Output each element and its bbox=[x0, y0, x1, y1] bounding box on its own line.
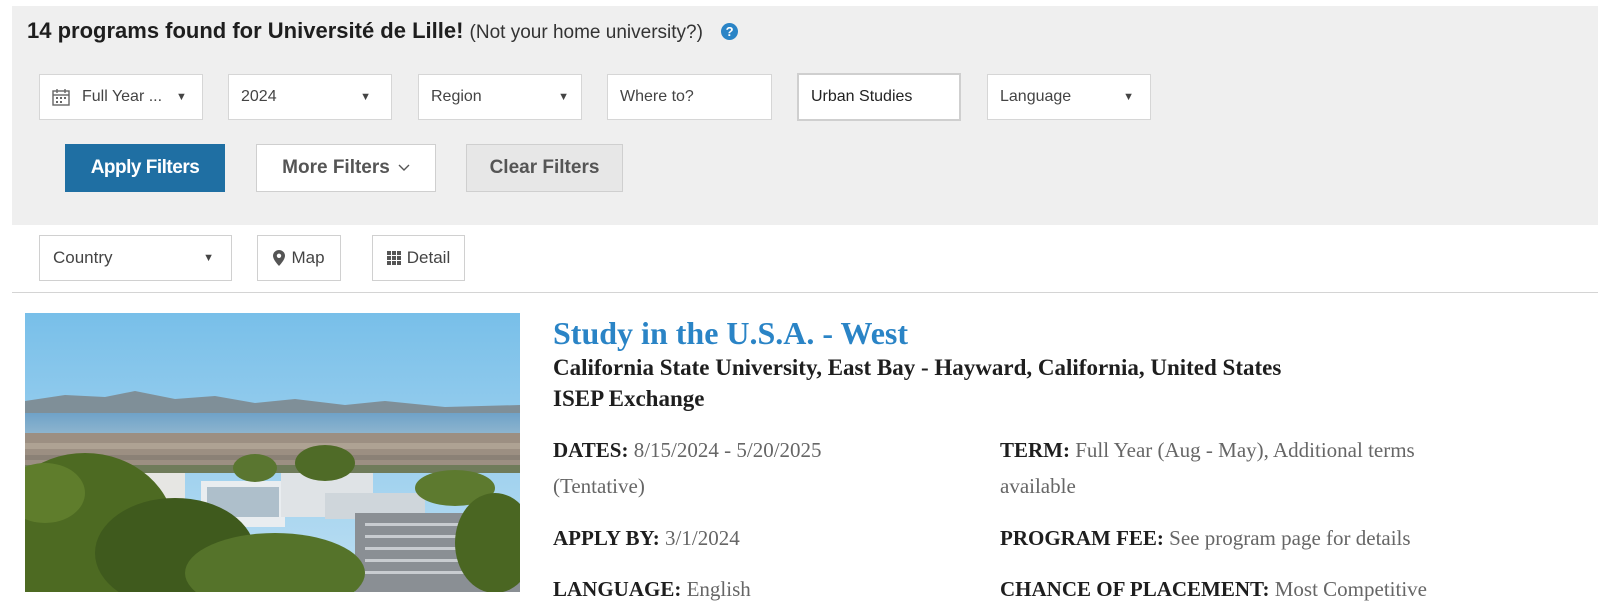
language-placeholder: Language bbox=[1000, 88, 1072, 105]
year-select[interactable]: 2024 ▼ bbox=[228, 74, 392, 120]
caret-down-icon: ▼ bbox=[1123, 91, 1134, 103]
clear-filters-label: Clear Filters bbox=[489, 157, 600, 178]
more-filters-button[interactable]: More Filters bbox=[256, 144, 436, 192]
program-university: California State University, East Bay - … bbox=[553, 355, 1282, 380]
apply-filters-button[interactable]: Apply Filters bbox=[65, 144, 225, 192]
country-placeholder: Country bbox=[53, 248, 113, 267]
apply-by-label: APPLY BY: bbox=[553, 526, 660, 550]
chance-value: Most Competitive bbox=[1274, 577, 1427, 601]
dates-label: DATES: bbox=[553, 438, 629, 462]
where-to-input[interactable]: Where to? bbox=[607, 74, 772, 120]
caret-down-icon: ▼ bbox=[203, 252, 214, 264]
program-fee-field: PROGRAM FEE: See program page for detail… bbox=[1000, 520, 1411, 556]
map-label: Map bbox=[291, 248, 325, 267]
term-field: TERM: Full Year (Aug - May), Additional … bbox=[1000, 432, 1415, 504]
region-select[interactable]: Region ▼ bbox=[418, 74, 582, 120]
field-of-study-value: Urban Studies bbox=[811, 88, 913, 105]
apply-by-value: 3/1/2024 bbox=[665, 526, 740, 550]
caret-down-icon: ▼ bbox=[558, 91, 569, 103]
more-filters-label: More Filters bbox=[282, 157, 390, 178]
results-count: 14 programs found for Université de Lill… bbox=[27, 18, 464, 43]
language-field: LANGUAGE: English bbox=[553, 571, 751, 607]
language-label: LANGUAGE: bbox=[553, 577, 682, 601]
language-value: English bbox=[686, 577, 751, 601]
dates-note: (Tentative) bbox=[553, 474, 645, 498]
grid-icon bbox=[386, 251, 401, 265]
year-value: 2024 bbox=[241, 88, 277, 105]
map-view-button[interactable]: Map bbox=[257, 235, 341, 281]
chevron-down-icon bbox=[398, 164, 410, 171]
program-result: Study in the U.S.A. - West California St… bbox=[553, 314, 1281, 414]
caret-down-icon: ▼ bbox=[360, 91, 371, 103]
divider bbox=[12, 292, 1598, 293]
detail-view-button[interactable]: Detail bbox=[372, 235, 465, 281]
term-value: Full Year (Aug - May), Additional terms bbox=[1075, 438, 1415, 462]
dates-value: 8/15/2024 - 5/20/2025 bbox=[633, 438, 822, 462]
term-select[interactable]: Full Year ... ▼ bbox=[39, 74, 203, 120]
results-headline: 14 programs found for Université de Lill… bbox=[27, 18, 739, 44]
map-pin-icon bbox=[273, 250, 286, 266]
language-select[interactable]: Language ▼ bbox=[987, 74, 1151, 120]
apply-by-field: APPLY BY: 3/1/2024 bbox=[553, 520, 740, 556]
term-value: Full Year ... bbox=[82, 88, 163, 105]
program-type: ISEP Exchange bbox=[553, 386, 705, 411]
chance-of-placement-field: CHANCE OF PLACEMENT: Most Competitive bbox=[1000, 571, 1427, 607]
program-fee-value: See program page for details bbox=[1169, 526, 1411, 550]
dates-field: DATES: 8/15/2024 - 5/20/2025 (Tentative) bbox=[553, 432, 822, 504]
field-of-study-input[interactable]: Urban Studies bbox=[797, 73, 961, 121]
clear-filters-button[interactable]: Clear Filters bbox=[466, 144, 623, 192]
campus-landscape-image bbox=[25, 313, 520, 592]
region-placeholder: Region bbox=[431, 88, 482, 105]
term-label: TERM: bbox=[1000, 438, 1070, 462]
apply-filters-label: Apply Filters bbox=[90, 157, 200, 178]
program-photo[interactable] bbox=[25, 313, 520, 592]
caret-down-icon: ▼ bbox=[176, 91, 187, 103]
detail-label: Detail bbox=[406, 248, 451, 267]
country-select[interactable]: Country ▼ bbox=[39, 235, 232, 281]
program-fee-label: PROGRAM FEE: bbox=[1000, 526, 1164, 550]
chance-label: CHANCE OF PLACEMENT: bbox=[1000, 577, 1270, 601]
term-value-continued: available bbox=[1000, 474, 1076, 498]
where-to-placeholder: Where to? bbox=[620, 88, 694, 105]
not-home-university-link[interactable]: (Not your home university?) bbox=[470, 22, 703, 43]
program-title-link[interactable]: Study in the U.S.A. - West bbox=[553, 314, 1281, 352]
calendar-icon bbox=[52, 89, 70, 106]
help-icon[interactable]: ? bbox=[721, 23, 739, 40]
